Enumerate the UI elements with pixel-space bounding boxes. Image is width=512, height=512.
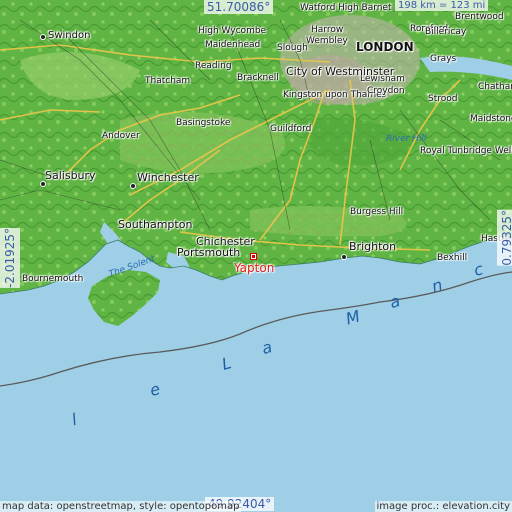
place-brighton: Brighton: [349, 240, 397, 253]
place-swindon: Swindon: [48, 30, 91, 41]
place-high-wycombe: High Wycombe: [198, 26, 267, 36]
map-canvas[interactable]: Swindon High Wycombe Maidenhead Slough W…: [0, 0, 512, 512]
place-winchester: Winchester: [137, 171, 199, 184]
place-southampton: Southampton: [118, 218, 193, 231]
place-wembley: Wembley: [306, 36, 348, 46]
highlight-place-label: Yapton: [234, 261, 275, 275]
place-reading: Reading: [195, 61, 232, 71]
place-dot-swindon: [40, 34, 46, 40]
place-bracknell: Bracknell: [237, 73, 279, 83]
place-bournemouth: Bournemouth: [22, 274, 84, 284]
place-dot-brighton: [341, 254, 347, 260]
place-chatham: Chatham: [478, 82, 512, 92]
place-croydon: Croydon: [367, 86, 405, 96]
place-watford: Watford: [300, 3, 336, 13]
place-billericay: Billericay: [425, 27, 467, 37]
water-label-river-hill: River Hill: [386, 134, 427, 144]
coord-left: -2.01925°: [0, 228, 20, 288]
place-basingstoke: Basingstoke: [176, 118, 231, 128]
credit-map-data: map data: openstreetmap, style: opentopo…: [0, 501, 242, 512]
location-marker-icon[interactable]: [250, 253, 257, 260]
place-harrow: Harrow: [311, 25, 344, 35]
coord-top: 51.70086°: [204, 0, 274, 14]
place-bexhill: Bexhill: [437, 253, 468, 263]
place-slough: Slough: [277, 43, 308, 53]
place-city-of-westminster: City of Westminster: [286, 65, 395, 78]
place-royal-tunbridge-wells: Royal Tunbridge Wells: [420, 146, 512, 156]
place-thatcham: Thatcham: [145, 76, 191, 86]
place-maidstone: Maidstone: [470, 114, 512, 124]
place-andover: Andover: [102, 131, 140, 141]
place-high-barnet: High Barnet: [338, 3, 392, 13]
place-dot-salisbury: [40, 181, 46, 187]
place-strood: Strood: [428, 94, 458, 104]
place-dot-winchester: [130, 183, 136, 189]
place-salisbury: Salisbury: [45, 169, 96, 182]
place-guildford: Guildford: [270, 124, 312, 134]
place-grays: Grays: [430, 54, 457, 64]
scale-bar: 198 km = 123 mi: [395, 0, 489, 11]
place-maidenhead: Maidenhead: [205, 40, 261, 50]
place-burgess-hill: Burgess Hill: [350, 207, 404, 217]
place-london: LONDON: [356, 40, 414, 54]
place-brentwood: Brentwood: [455, 12, 504, 22]
coord-right: 0.79325°: [497, 210, 512, 266]
credit-image-proc: image proc.: elevation.city: [374, 501, 512, 512]
place-portsmouth: Portsmouth: [177, 246, 241, 259]
